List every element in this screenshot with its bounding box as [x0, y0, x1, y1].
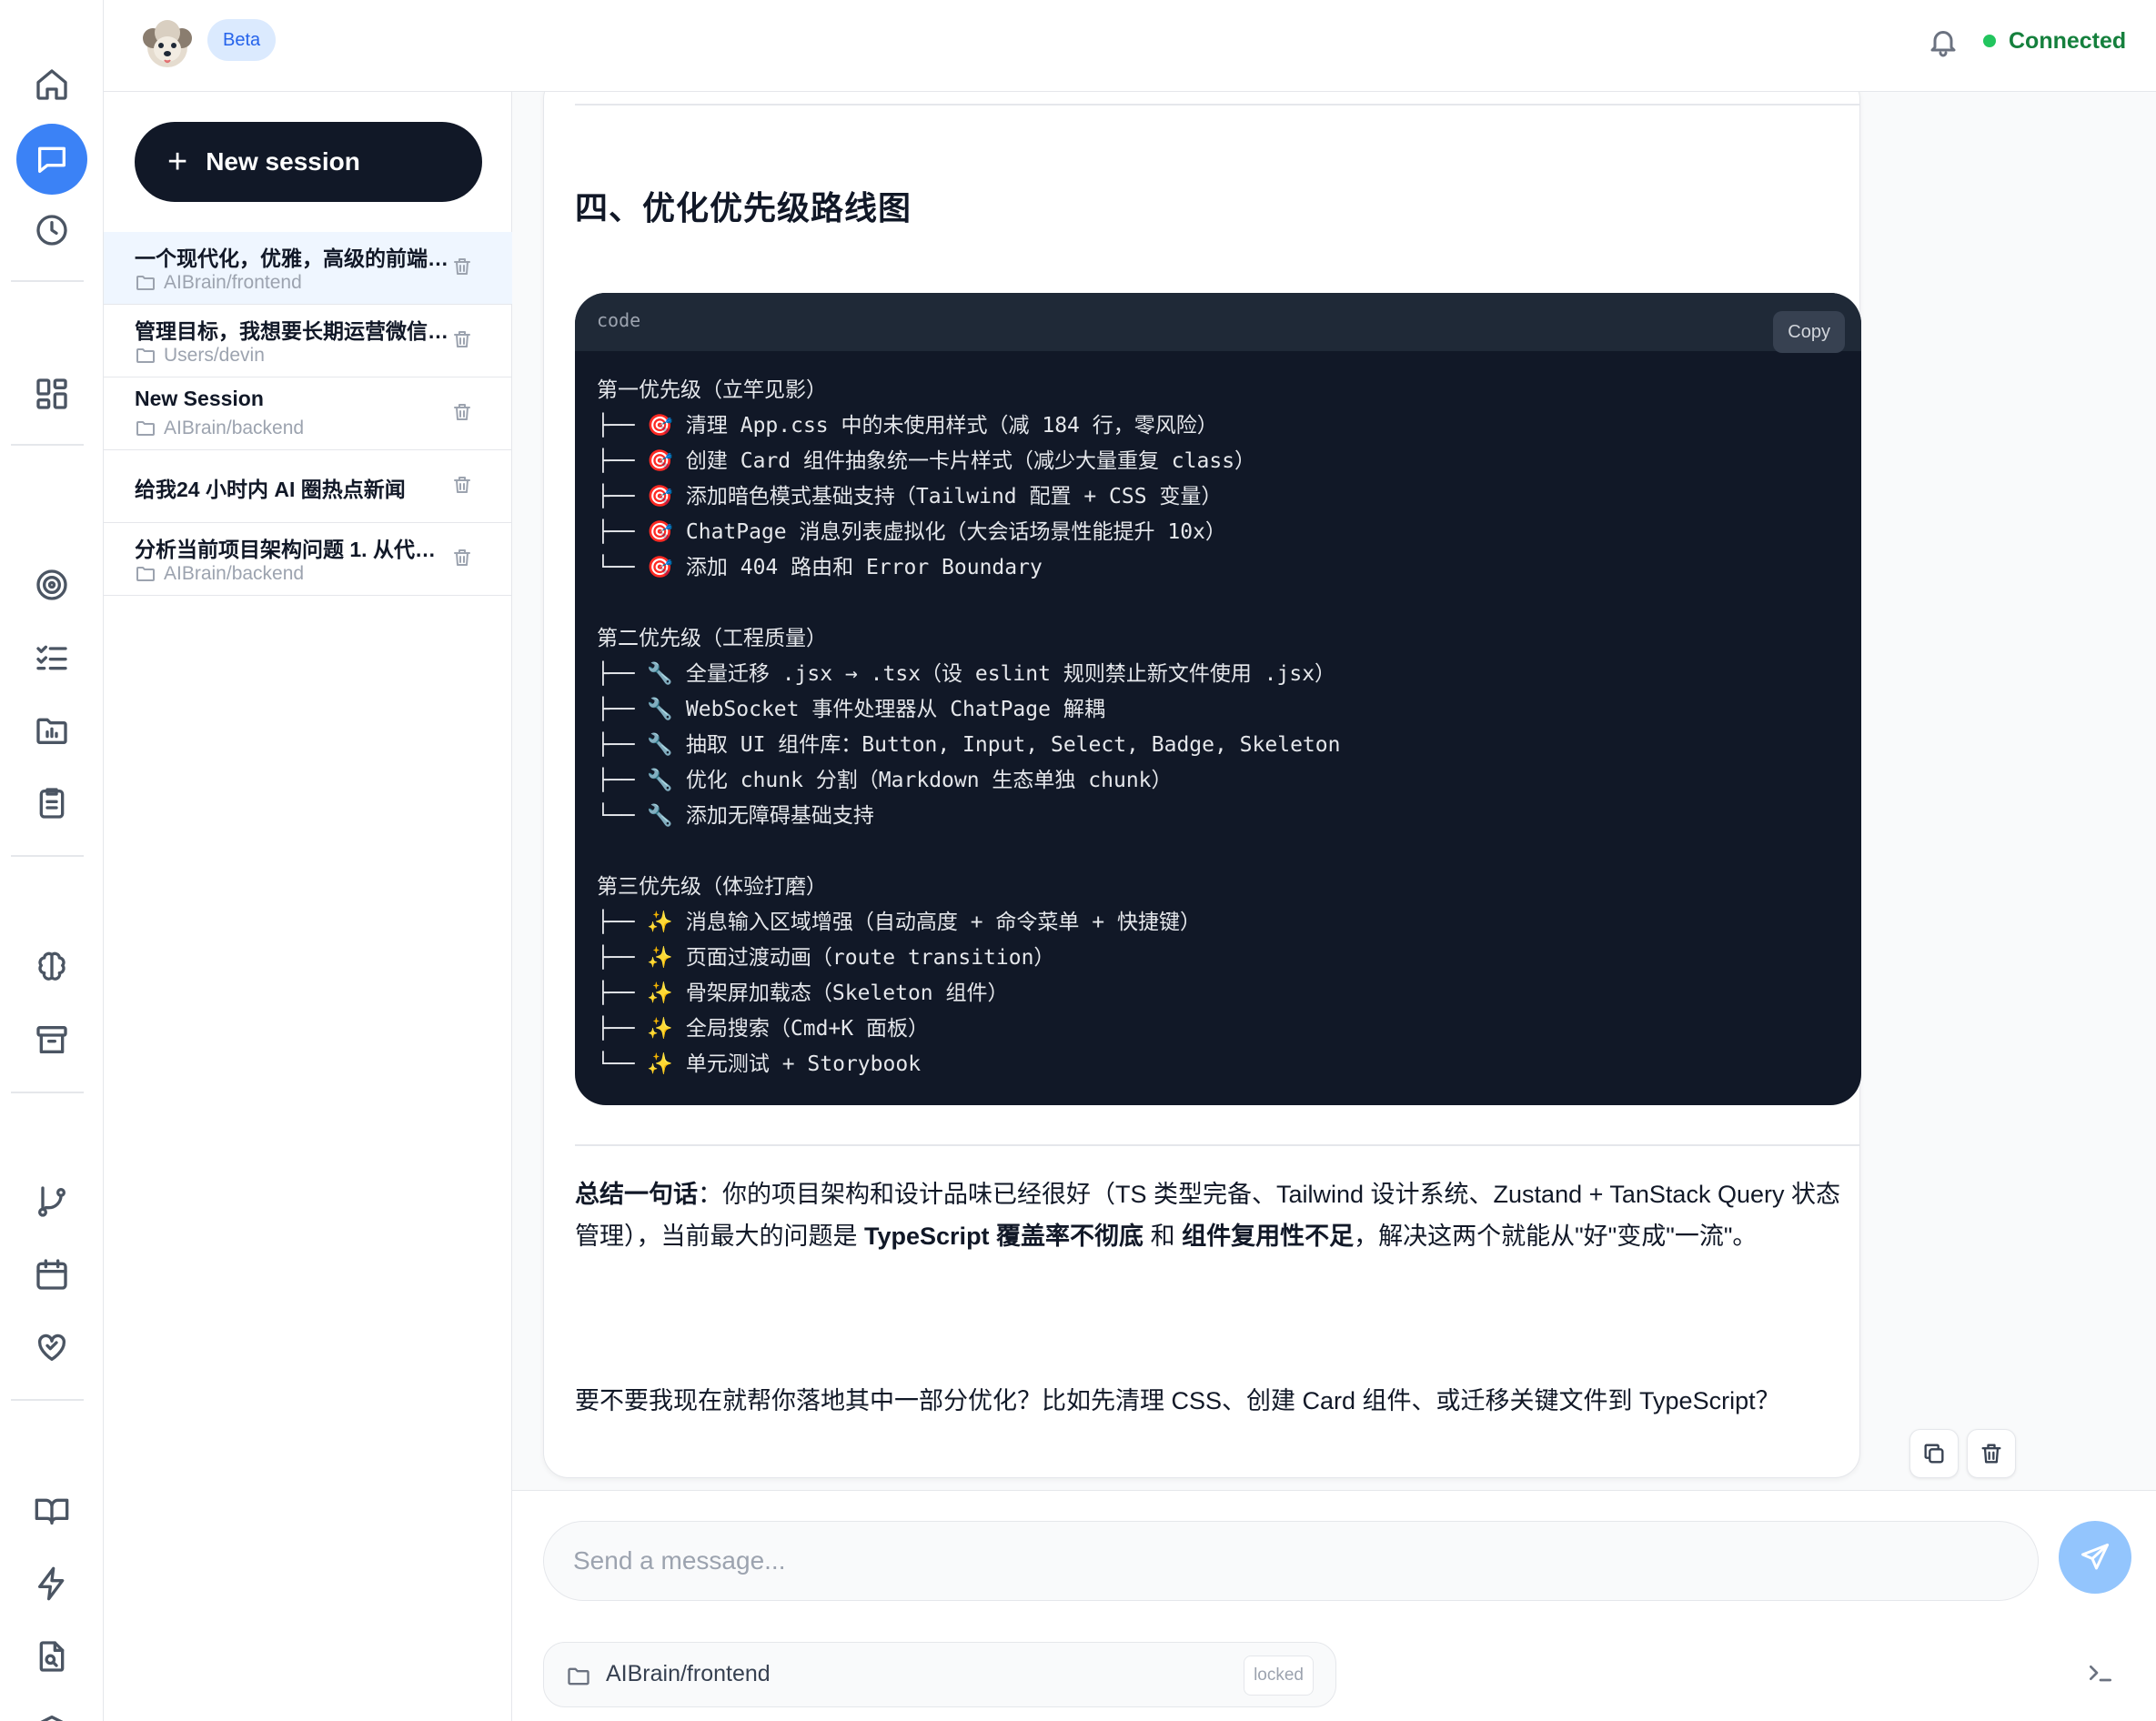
rail-divider — [11, 444, 84, 446]
target-icon[interactable] — [16, 549, 87, 620]
clipboard-icon[interactable] — [16, 768, 87, 839]
session-sidebar: + New session 一个现代化，优雅，高级的前端设计 AIBrain/f… — [104, 92, 512, 1721]
divider — [575, 1144, 1859, 1146]
composer: AIBrain/frontend locked — [512, 1490, 2156, 1721]
new-session-button[interactable]: + New session — [135, 122, 482, 202]
code-block-header: code Copy — [575, 293, 1861, 353]
session-item[interactable]: 给我24 小时内 AI 圈热点新闻 — [104, 450, 512, 523]
session-path-label: AIBrain/frontend — [164, 272, 302, 293]
notification-bell-icon[interactable] — [1923, 22, 1963, 62]
home-icon[interactable] — [16, 49, 87, 120]
history-icon[interactable] — [16, 195, 87, 266]
icon-rail — [0, 0, 104, 1721]
folder-icon — [136, 348, 155, 363]
archive-icon[interactable] — [16, 1004, 87, 1075]
session-title: 一个现代化，优雅，高级的前端设计 — [135, 247, 453, 270]
send-button[interactable] — [2059, 1521, 2131, 1594]
session-path: AIBrain/backend — [135, 418, 304, 439]
session-item[interactable]: 一个现代化，优雅，高级的前端设计 AIBrain/frontend — [104, 232, 512, 305]
new-session-label: New session — [206, 147, 360, 176]
session-title: New Session — [135, 387, 264, 410]
status-label: Connected — [2009, 27, 2127, 54]
session-item[interactable]: 管理目标，我想要长期运营微信公众号 Users/devin — [104, 305, 512, 377]
app-logo-avatar — [138, 15, 196, 73]
session-path-label: AIBrain/backend — [164, 563, 305, 584]
lightning-icon[interactable] — [16, 1548, 87, 1619]
session-item[interactable]: 分析当前项目架构问题 1. 从代码结构 AIBrain/backend — [104, 523, 512, 596]
message-input[interactable] — [543, 1521, 2039, 1601]
summary-lead: 总结一句话 — [575, 1181, 698, 1208]
delete-session-icon[interactable] — [451, 256, 477, 281]
delete-session-icon[interactable] — [451, 474, 477, 499]
summary-paragraph: 总结一句话：你的项目架构和设计品味已经很好（TS 类型完备、Tailwind 设… — [575, 1173, 1859, 1257]
code-language-label: code — [597, 309, 641, 331]
session-path: AIBrain/frontend — [135, 272, 302, 294]
divider — [575, 104, 1859, 106]
copy-message-icon[interactable] — [1909, 1429, 1959, 1478]
rail-divider — [11, 1092, 84, 1093]
rail-divider — [11, 1399, 84, 1401]
session-title: 管理目标，我想要长期运营微信公众号 — [135, 319, 453, 343]
chat-area: 四、优化优先级路线图 code Copy 第一优先级（立竿见影） ├── 🎯 清… — [512, 92, 2156, 1490]
git-branch-icon[interactable] — [16, 1166, 87, 1237]
rail-divider — [11, 280, 84, 282]
assistant-message: 四、优化优先级路线图 code Copy 第一优先级（立竿见影） ├── 🎯 清… — [543, 92, 1861, 1478]
folder-icon — [136, 276, 155, 290]
folder-icon — [136, 421, 155, 436]
book-icon[interactable] — [16, 1475, 87, 1546]
code-content: 第一优先级（立竿见影） ├── 🎯 清理 App.css 中的未使用样式（减 1… — [597, 378, 1341, 1076]
delete-session-icon[interactable] — [451, 328, 477, 354]
session-path: Users/devin — [135, 345, 265, 367]
session-path: AIBrain/backend — [135, 563, 304, 585]
session-path-label: Users/devin — [164, 345, 265, 366]
project-selector[interactable]: AIBrain/frontend locked — [543, 1642, 1336, 1707]
beta-badge: Beta — [207, 19, 277, 61]
summary-bold-1: TypeScript 覆盖率不彻底 — [864, 1223, 1144, 1250]
connection-status: Connected — [1983, 23, 2126, 59]
terminal-icon[interactable] — [2086, 1658, 2126, 1695]
delete-message-icon[interactable] — [1967, 1429, 2016, 1478]
project-path: AIBrain/frontend — [606, 1661, 771, 1686]
top-header: Beta Connected — [104, 0, 2156, 92]
session-path-label: AIBrain/backend — [164, 418, 305, 438]
heart-handshake-icon[interactable] — [16, 1312, 87, 1383]
status-dot — [1983, 35, 1996, 47]
session-title: 分析当前项目架构问题 1. 从代码结构 — [135, 538, 453, 561]
code-block: code Copy 第一优先级（立竿见影） ├── 🎯 清理 App.css 中… — [575, 293, 1861, 1105]
folder-icon — [566, 1664, 591, 1689]
summary-text: 和 — [1143, 1223, 1183, 1250]
follow-up-question: 要不要我现在就帮你落地其中一部分优化？比如先清理 CSS、创建 Card 组件、… — [575, 1387, 1780, 1414]
app-root: Beta Connected + New session 一个现代化，优雅，高级… — [0, 0, 2156, 1721]
graduation-cap-icon[interactable] — [16, 1694, 87, 1721]
calendar-icon[interactable] — [16, 1239, 87, 1310]
locked-badge: locked — [1244, 1656, 1314, 1696]
session-item[interactable]: New Session AIBrain/backend — [104, 377, 512, 450]
copy-code-button[interactable]: Copy — [1773, 311, 1845, 353]
checklist-icon[interactable] — [16, 622, 87, 693]
delete-session-icon[interactable] — [451, 401, 477, 427]
summary-text: ，解决这两个就能从"好"变成"一流"。 — [1354, 1223, 1758, 1250]
session-title: 给我24 小时内 AI 圈热点新闻 — [135, 478, 406, 501]
folder-chart-icon[interactable] — [16, 695, 87, 766]
dashboard-icon[interactable] — [16, 358, 87, 429]
delete-session-icon[interactable] — [451, 547, 477, 572]
summary-bold-2: 组件复用性不足 — [1182, 1223, 1355, 1250]
send-icon — [2081, 1544, 2109, 1570]
rail-divider — [11, 855, 84, 857]
brain-icon[interactable] — [16, 931, 87, 1002]
file-search-icon[interactable] — [16, 1621, 87, 1692]
chat-icon[interactable] — [16, 124, 87, 195]
plus-icon: + — [167, 143, 188, 181]
section-heading: 四、优化优先级路线图 — [575, 189, 912, 226]
folder-icon — [136, 567, 155, 581]
